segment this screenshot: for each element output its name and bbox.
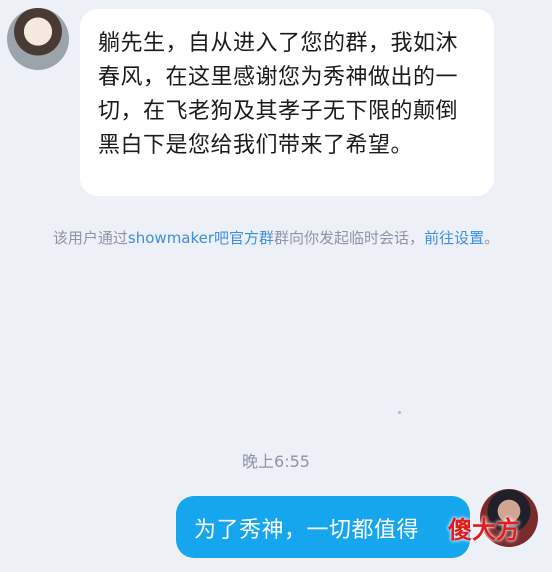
notice-prefix: 该用户通过 bbox=[52, 229, 128, 247]
settings-link[interactable]: 前往设置 bbox=[424, 229, 484, 247]
notice-middle: 群向你发起临时会话， bbox=[274, 229, 425, 247]
temporary-session-notice: 该用户通过showmaker吧官方群群向你发起临时会话，前往设置。 bbox=[20, 226, 532, 251]
contact-avatar[interactable] bbox=[7, 8, 69, 70]
group-link[interactable]: showmaker吧官方群 bbox=[128, 229, 274, 247]
message-timestamp: 晚上6:55 bbox=[242, 452, 310, 471]
watermark-logo: 傻大方 bbox=[448, 516, 520, 544]
outgoing-message-text: 为了秀神，一切都值得 bbox=[194, 518, 420, 543]
incoming-message-text: 躺先生，自从进入了您的群，我如沐春风，在这里感谢您为秀神做出的一切，在飞老狗及其… bbox=[98, 31, 459, 158]
incoming-message-bubble[interactable]: 躺先生，自从进入了您的群，我如沐春风，在这里感谢您为秀神做出的一切，在飞老狗及其… bbox=[80, 9, 494, 196]
decorative-dot bbox=[398, 411, 401, 414]
notice-suffix: 。 bbox=[484, 229, 500, 247]
outgoing-message-bubble[interactable]: 为了秀神，一切都值得 bbox=[176, 496, 470, 558]
